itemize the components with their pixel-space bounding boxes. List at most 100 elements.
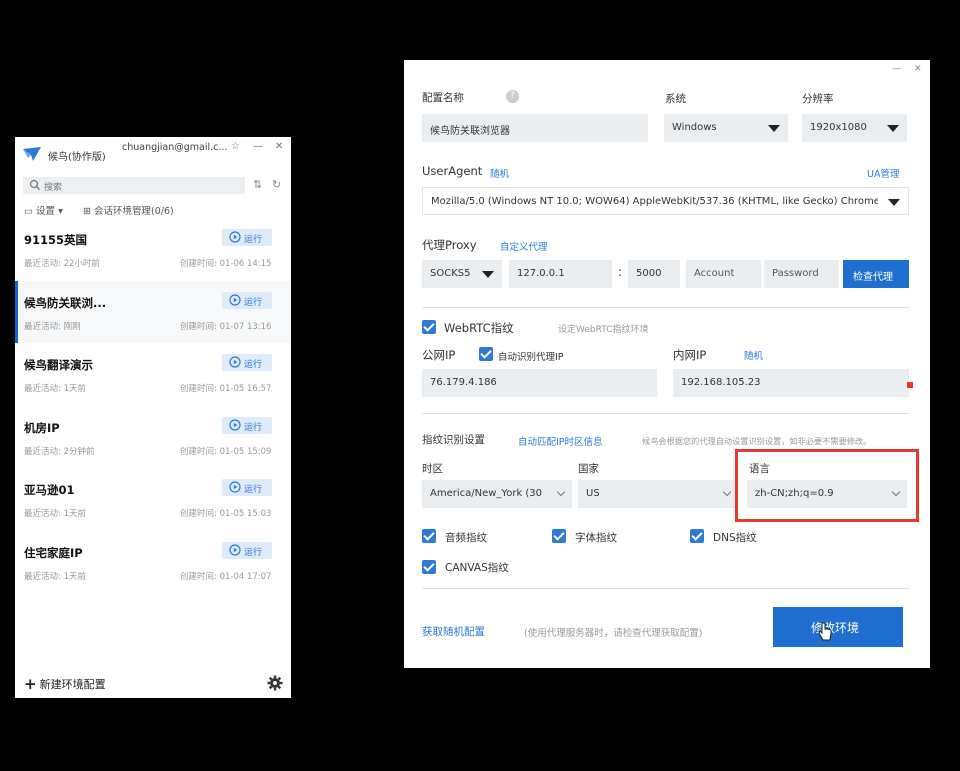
public-ip-label: 公网IP — [422, 348, 456, 362]
search-input[interactable]: 搜索 — [23, 177, 245, 194]
play-circle-icon — [229, 356, 241, 368]
useragent-value: Mozilla/5.0 (Windows NT 10.0; WOW64) App… — [431, 196, 878, 207]
proxy-account-input[interactable]: Account — [686, 260, 761, 288]
minimize-icon[interactable]: — — [253, 141, 263, 152]
system-select[interactable]: Windows — [664, 114, 788, 142]
red-marker — [907, 382, 913, 388]
env-name: 候鸟防关联浏... — [24, 296, 107, 310]
refresh-icon[interactable]: ↻ — [272, 178, 281, 191]
proxy-account-placeholder: Account — [694, 268, 735, 279]
modify-env-button[interactable]: 修改环境 — [773, 607, 903, 647]
last-activity: 最近活动: 刚刚 — [24, 322, 81, 332]
session-label: 会话环境管理(0/6) — [94, 206, 174, 217]
canvas-fp-checkbox[interactable] — [422, 560, 436, 574]
env-name: 住宅家庭IP — [24, 546, 83, 560]
proxy-type-select[interactable]: SOCKS5 — [422, 260, 502, 288]
settings-menu[interactable]: ▭ 设置 ▾ — [24, 203, 63, 217]
gear-icon[interactable] — [267, 675, 283, 691]
play-circle-icon — [229, 544, 241, 556]
env-name: 91155英国 — [24, 233, 88, 247]
font-fp-checkbox[interactable] — [552, 529, 566, 543]
config-name-value: 候鸟防关联浏览器 — [430, 126, 510, 137]
env-name: 亚马逊01 — [24, 483, 75, 497]
get-random-config-link[interactable]: 获取随机配置 — [422, 624, 485, 639]
created-time: 创建时间: 01-05 15:09 — [180, 447, 272, 457]
account-email[interactable]: chuangjian@gmail.c... — [122, 142, 232, 153]
divider — [422, 413, 909, 414]
audio-fp-checkbox[interactable] — [422, 529, 436, 543]
auto-detect-label: 自动识别代理IP — [498, 352, 564, 363]
public-ip-input[interactable]: 76.179.4.186 — [422, 369, 657, 397]
run-button[interactable]: 运行 — [222, 417, 272, 434]
intranet-random-link[interactable]: 随机 — [744, 348, 763, 362]
dns-fp-checkbox[interactable] — [690, 529, 704, 543]
proxy-label: 代理Proxy — [422, 238, 477, 252]
created-time: 创建时间: 01-05 15:03 — [180, 509, 272, 519]
auto-detect-checkbox[interactable] — [479, 347, 493, 361]
last-activity: 最近活动: 2分钟前 — [24, 447, 95, 457]
title-bar: 候鸟(协作版) chuangjian@gmail.c... ☆ — ✕ — [15, 137, 291, 169]
run-button[interactable]: 运行 — [222, 292, 272, 309]
new-env-label: 新建环境配置 — [39, 678, 106, 691]
custom-proxy-link[interactable]: 自定义代理 — [500, 239, 548, 253]
run-button[interactable]: 运行 — [222, 542, 272, 559]
run-button[interactable]: 运行 — [222, 229, 272, 246]
chevron-down-icon: ▾ — [58, 206, 63, 217]
minimize-icon[interactable]: — — [892, 64, 901, 74]
resolution-select[interactable]: 1920x1080 — [802, 114, 907, 142]
created-time: 创建时间: 01-05 16:57 — [180, 384, 272, 394]
settings-label: 设置 — [36, 206, 56, 217]
sort-icon[interactable]: ⇅ — [253, 178, 262, 191]
system-label: 系统 — [665, 93, 686, 105]
play-circle-icon — [229, 294, 241, 306]
webrtc-hint: 设定WebRTC指纹环境 — [558, 325, 649, 335]
intranet-ip-label: 内网IP — [673, 348, 707, 362]
webrtc-label: WebRTC指纹 — [444, 321, 514, 335]
language-highlight-box — [735, 449, 919, 522]
config-name-input[interactable]: 候鸟防关联浏览器 — [422, 114, 648, 142]
proxy-host-input[interactable]: 127.0.0.1 — [509, 260, 612, 288]
last-activity: 最近活动: 1天前 — [24, 384, 86, 394]
timezone-select[interactable]: America/New_York (30 — [422, 480, 572, 508]
grid-icon: ⊞ — [83, 206, 91, 217]
webrtc-checkbox[interactable] — [422, 320, 436, 334]
play-circle-icon — [229, 481, 241, 493]
environment-config-dialog: — ✕ 配置名称 ? 系统 分辨率 候鸟防关联浏览器 Windows 1920x… — [404, 60, 930, 668]
new-env-button[interactable]: + 新建环境配置 — [24, 675, 106, 693]
canvas-fp-label: CANVAS指纹 — [445, 562, 509, 574]
ua-manage-link[interactable]: UA管理 — [867, 166, 899, 180]
useragent-label: UserAgent — [422, 164, 483, 178]
run-button[interactable]: 运行 — [222, 479, 272, 496]
env-list-item[interactable]: 亚马逊01 运行 最近活动: 1天前 创建时间: 01-05 15:03 — [15, 468, 291, 530]
country-select[interactable]: US — [578, 480, 738, 508]
check-proxy-button[interactable]: 检查代理 — [843, 260, 909, 288]
font-fp-label: 字体指纹 — [575, 532, 617, 544]
run-label: 运行 — [244, 235, 263, 245]
caret-down-icon — [768, 125, 780, 132]
env-list-item[interactable]: 91155英国 运行 最近活动: 22小时前 创建时间: 01-06 14:15 — [15, 218, 291, 280]
env-list-item[interactable]: 机房IP 运行 最近活动: 2分钟前 创建时间: 01-05 15:09 — [15, 406, 291, 468]
help-icon[interactable]: ? — [506, 90, 519, 103]
divider — [422, 307, 909, 308]
proxy-port-input[interactable]: 5000 — [628, 260, 680, 288]
useragent-select[interactable]: Mozilla/5.0 (Windows NT 10.0; WOW64) App… — [422, 187, 909, 215]
caret-down-icon — [888, 199, 900, 206]
close-icon[interactable]: ✕ — [914, 64, 922, 74]
proxy-password-input[interactable]: Password — [764, 260, 839, 288]
timezone-value: America/New_York (30 — [430, 488, 543, 499]
run-label: 运行 — [244, 548, 263, 558]
env-list-item[interactable]: 候鸟防关联浏... 运行 最近活动: 刚刚 创建时间: 01-07 13:16 — [15, 281, 291, 343]
session-manager-link[interactable]: ⊞ 会话环境管理(0/6) — [83, 203, 174, 217]
auto-timezone-link[interactable]: 自动匹配IP时区信息 — [518, 434, 603, 448]
intranet-ip-input[interactable]: 192.168.105.23 — [673, 369, 909, 397]
app-title: 候鸟(协作版) — [48, 152, 106, 163]
pin-icon[interactable]: ☆ — [231, 141, 240, 152]
bird-logo-icon — [23, 147, 41, 161]
close-icon[interactable]: ✕ — [275, 141, 283, 152]
env-list-item[interactable]: 候鸟翻译演示 运行 最近活动: 1天前 创建时间: 01-05 16:57 — [15, 343, 291, 405]
run-button[interactable]: 运行 — [222, 354, 272, 371]
env-list-item[interactable]: 住宅家庭IP 运行 最近活动: 1天前 创建时间: 01-04 17:07 — [15, 531, 291, 593]
search-icon — [29, 179, 40, 190]
plus-icon: + — [24, 675, 37, 693]
useragent-random-link[interactable]: 随机 — [490, 166, 509, 180]
